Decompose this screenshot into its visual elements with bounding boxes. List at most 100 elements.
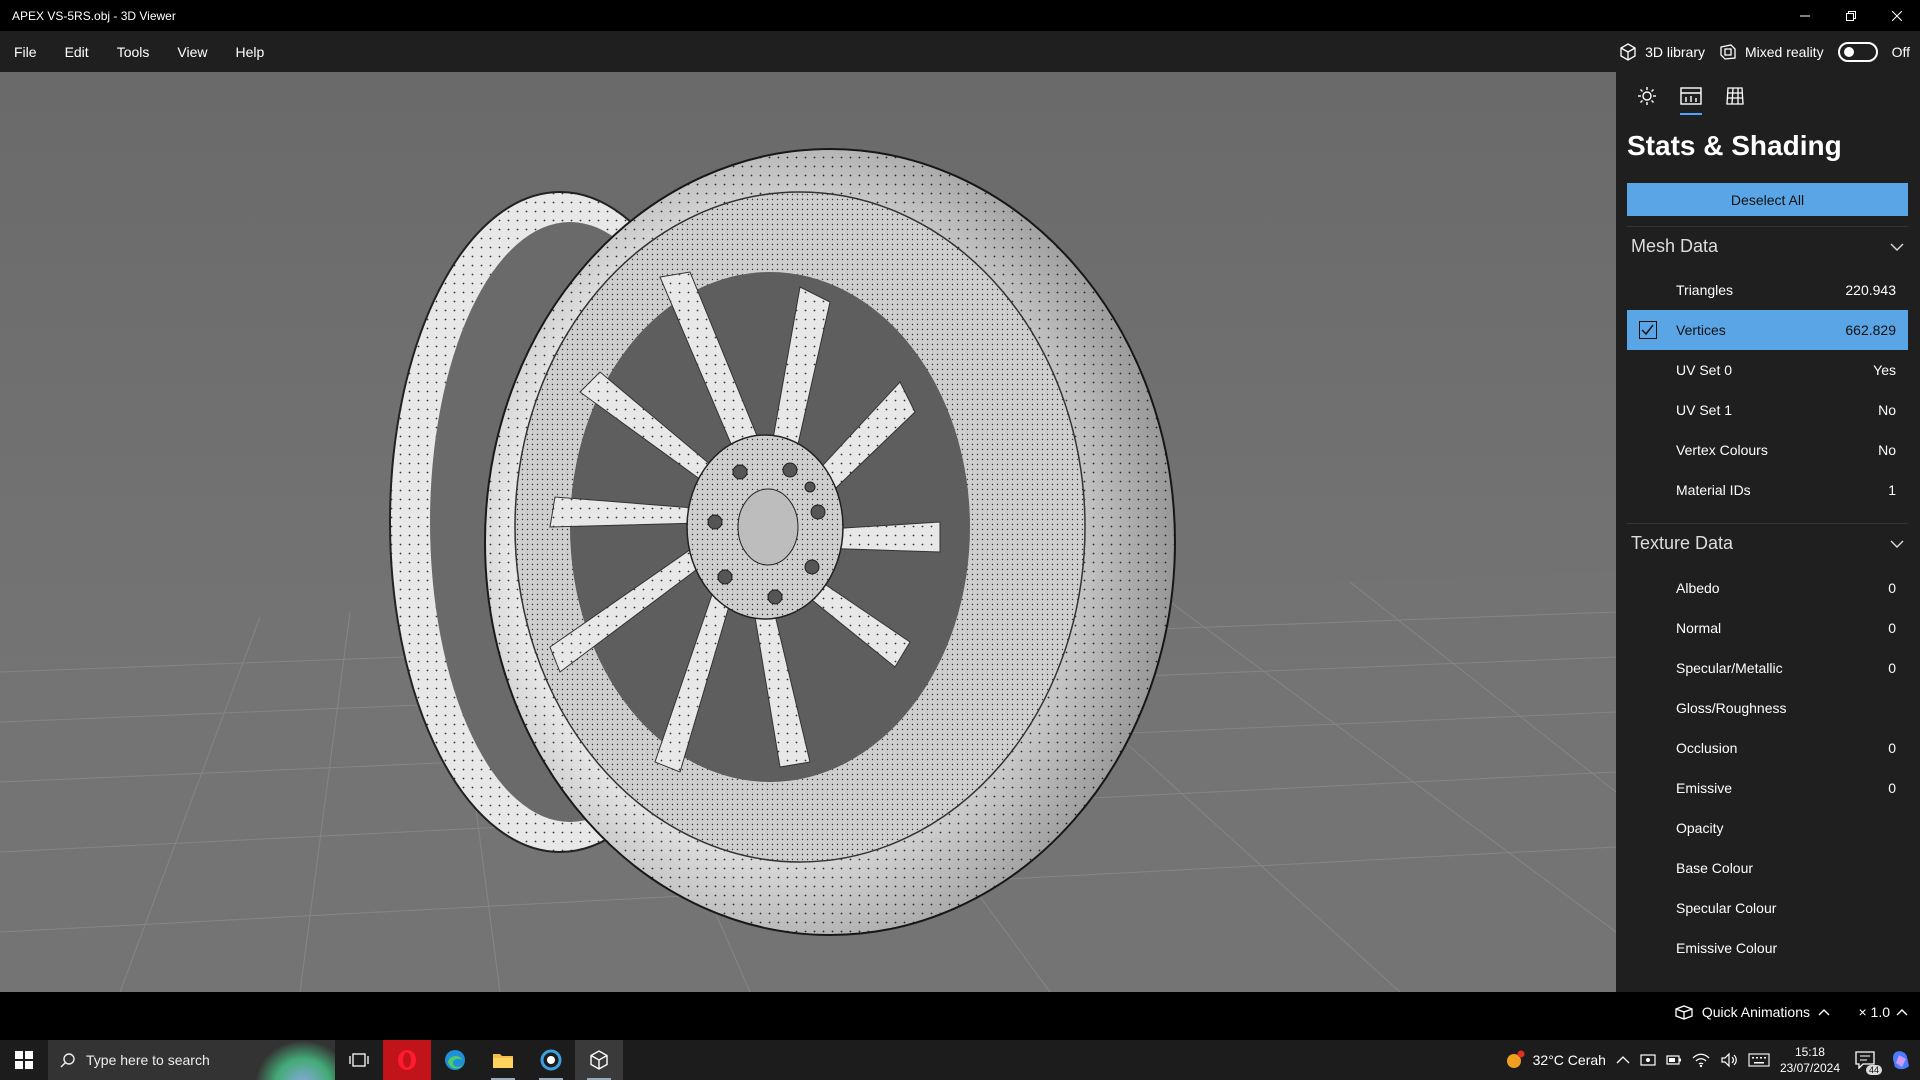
clock-date: 23/07/2024 — [1779, 1061, 1840, 1075]
texture-row-base-colour[interactable]: Base Colour — [1627, 848, 1908, 888]
row-label: UV Set 1 — [1676, 402, 1733, 418]
row-label: Normal — [1676, 620, 1722, 636]
app-taskbar-button[interactable] — [527, 1040, 575, 1080]
mixed-reality-toggle[interactable] — [1837, 41, 1878, 62]
copilot-icon[interactable] — [1890, 1049, 1912, 1071]
texture-row-normal[interactable]: Normal 0 — [1627, 608, 1908, 648]
task-view-button[interactable] — [335, 1040, 383, 1080]
row-value: Yes — [1873, 362, 1896, 378]
volume-icon[interactable] — [1720, 1052, 1738, 1068]
minimize-button[interactable] — [1782, 0, 1828, 31]
mesh-row-material-ids[interactable]: Material IDs 1 — [1627, 470, 1908, 510]
notification-count-badge: 44 — [1865, 1065, 1882, 1075]
texture-data-title: Texture Data — [1631, 533, 1734, 553]
edge-icon — [445, 1050, 465, 1070]
sun-icon — [1638, 87, 1656, 105]
mesh-row-uvset1[interactable]: UV Set 1 No — [1627, 390, 1908, 430]
texture-row-emissive-colour[interactable]: Emissive Colour — [1627, 928, 1908, 968]
panel-tabs — [1616, 72, 1920, 120]
clock[interactable]: 15:18 23/07/2024 — [1780, 1044, 1840, 1076]
search-icon — [60, 1053, 75, 1068]
quick-animations-label: Quick Animations — [1701, 1004, 1810, 1020]
chevron-up-icon[interactable] — [1616, 1055, 1630, 1065]
windows-taskbar: Type here to search 32°C Cerah 15:18 23/… — [0, 1040, 1920, 1080]
texture-row-specular-colour[interactable]: Specular Colour — [1627, 888, 1908, 928]
mesh-row-uvset0[interactable]: UV Set 0 Yes — [1627, 350, 1908, 390]
mixed-reality-button[interactable]: Mixed reality — [1719, 43, 1824, 61]
row-label: Emissive Colour — [1676, 940, 1778, 956]
weather-widget[interactable]: 32°C Cerah — [1505, 1050, 1606, 1070]
restore-icon — [1846, 10, 1856, 21]
cube-icon — [1620, 42, 1636, 61]
wifi-icon[interactable] — [1692, 1052, 1710, 1068]
close-button[interactable] — [1874, 0, 1920, 31]
search-placeholder: Type here to search — [86, 1052, 210, 1068]
chevron-up-icon — [1896, 1009, 1908, 1016]
battery-icon[interactable] — [1666, 1052, 1682, 1068]
scene-render — [0, 72, 1616, 992]
tab-lighting[interactable] — [1634, 81, 1660, 111]
stats-icon — [1680, 87, 1702, 105]
mesh-row-vertex-colours[interactable]: Vertex Colours No — [1627, 430, 1908, 470]
row-label: Triangles — [1676, 282, 1734, 298]
row-value: No — [1878, 442, 1896, 458]
menu-file[interactable]: File — [0, 31, 51, 72]
menu-tools[interactable]: Tools — [103, 31, 164, 72]
tab-grid[interactable] — [1722, 81, 1748, 111]
file-explorer-taskbar-button[interactable] — [479, 1040, 527, 1080]
row-label: Occlusion — [1676, 740, 1738, 756]
tab-stats-shading[interactable] — [1678, 81, 1704, 115]
row-label: Opacity — [1676, 820, 1724, 836]
opera-taskbar-button[interactable] — [383, 1040, 431, 1080]
3d-library-button[interactable]: 3D library — [1619, 42, 1705, 61]
window-controls — [1782, 0, 1920, 31]
row-value: 0 — [1888, 740, 1896, 756]
notifications-button[interactable]: 44 — [1850, 1045, 1882, 1075]
texture-row-gloss-roughness[interactable]: Gloss/Roughness — [1627, 688, 1908, 728]
menu-help[interactable]: Help — [221, 31, 278, 72]
deselect-all-button[interactable]: Deselect All — [1627, 183, 1908, 216]
texture-row-albedo[interactable]: Albedo 0 — [1627, 568, 1908, 608]
3d-viewer-icon — [590, 1050, 608, 1070]
texture-row-occlusion[interactable]: Occlusion 0 — [1627, 728, 1908, 768]
3d-viewport[interactable] — [0, 72, 1616, 992]
stats-panel: Stats & Shading Deselect All Mesh Data T… — [1616, 72, 1920, 992]
texture-row-emissive[interactable]: Emissive 0 — [1627, 768, 1908, 808]
start-button[interactable] — [0, 1040, 48, 1080]
top-right-tools: 3D library Mixed reality Off — [1619, 31, 1920, 72]
row-label: Specular/Metallic — [1676, 660, 1783, 676]
animation-icon — [1675, 1005, 1693, 1020]
texture-data-header[interactable]: Texture Data — [1627, 523, 1908, 563]
folder-icon — [493, 1054, 513, 1068]
quick-animations-button[interactable]: Quick Animations — [1674, 1004, 1830, 1020]
mixed-reality-label: Mixed reality — [1744, 43, 1824, 60]
close-icon — [1892, 10, 1902, 21]
keyboard-icon[interactable] — [1748, 1053, 1770, 1067]
row-label: Material IDs — [1676, 482, 1751, 498]
mesh-row-triangles[interactable]: Triangles 220.943 — [1627, 270, 1908, 310]
taskbar-search-box[interactable]: Type here to search — [48, 1040, 335, 1080]
window-title: APEX VS-5RS.obj - 3D Viewer — [12, 8, 176, 23]
weather-sun-icon — [1506, 1050, 1525, 1068]
menu-edit[interactable]: Edit — [51, 31, 103, 72]
search-highlight-graphic — [255, 1040, 335, 1080]
row-label: Emissive — [1676, 780, 1733, 796]
row-label: UV Set 0 — [1676, 362, 1733, 378]
meet-now-icon[interactable] — [1640, 1052, 1656, 1068]
playback-speed-button[interactable]: × 1.0 — [1858, 1004, 1908, 1020]
restore-button[interactable] — [1828, 0, 1874, 31]
edge-taskbar-button[interactable] — [431, 1040, 479, 1080]
texture-row-opacity[interactable]: Opacity — [1627, 808, 1908, 848]
system-tray: 32°C Cerah 15:18 23/07/2024 44 — [1505, 1040, 1920, 1080]
wheel-model — [389, 148, 1176, 936]
mesh-row-vertices[interactable]: Vertices 662.829 — [1627, 310, 1908, 350]
mesh-data-header[interactable]: Mesh Data — [1627, 226, 1908, 266]
checkmark-icon — [1641, 324, 1654, 336]
row-value: 1 — [1888, 482, 1896, 498]
row-label: Specular Colour — [1676, 900, 1777, 916]
texture-row-specular-metallic[interactable]: Specular/Metallic 0 — [1627, 648, 1908, 688]
checkbox-checked[interactable] — [1639, 321, 1657, 339]
3d-viewer-taskbar-button[interactable] — [575, 1040, 623, 1080]
menu-view[interactable]: View — [163, 31, 221, 72]
row-value: 662.829 — [1845, 322, 1896, 338]
